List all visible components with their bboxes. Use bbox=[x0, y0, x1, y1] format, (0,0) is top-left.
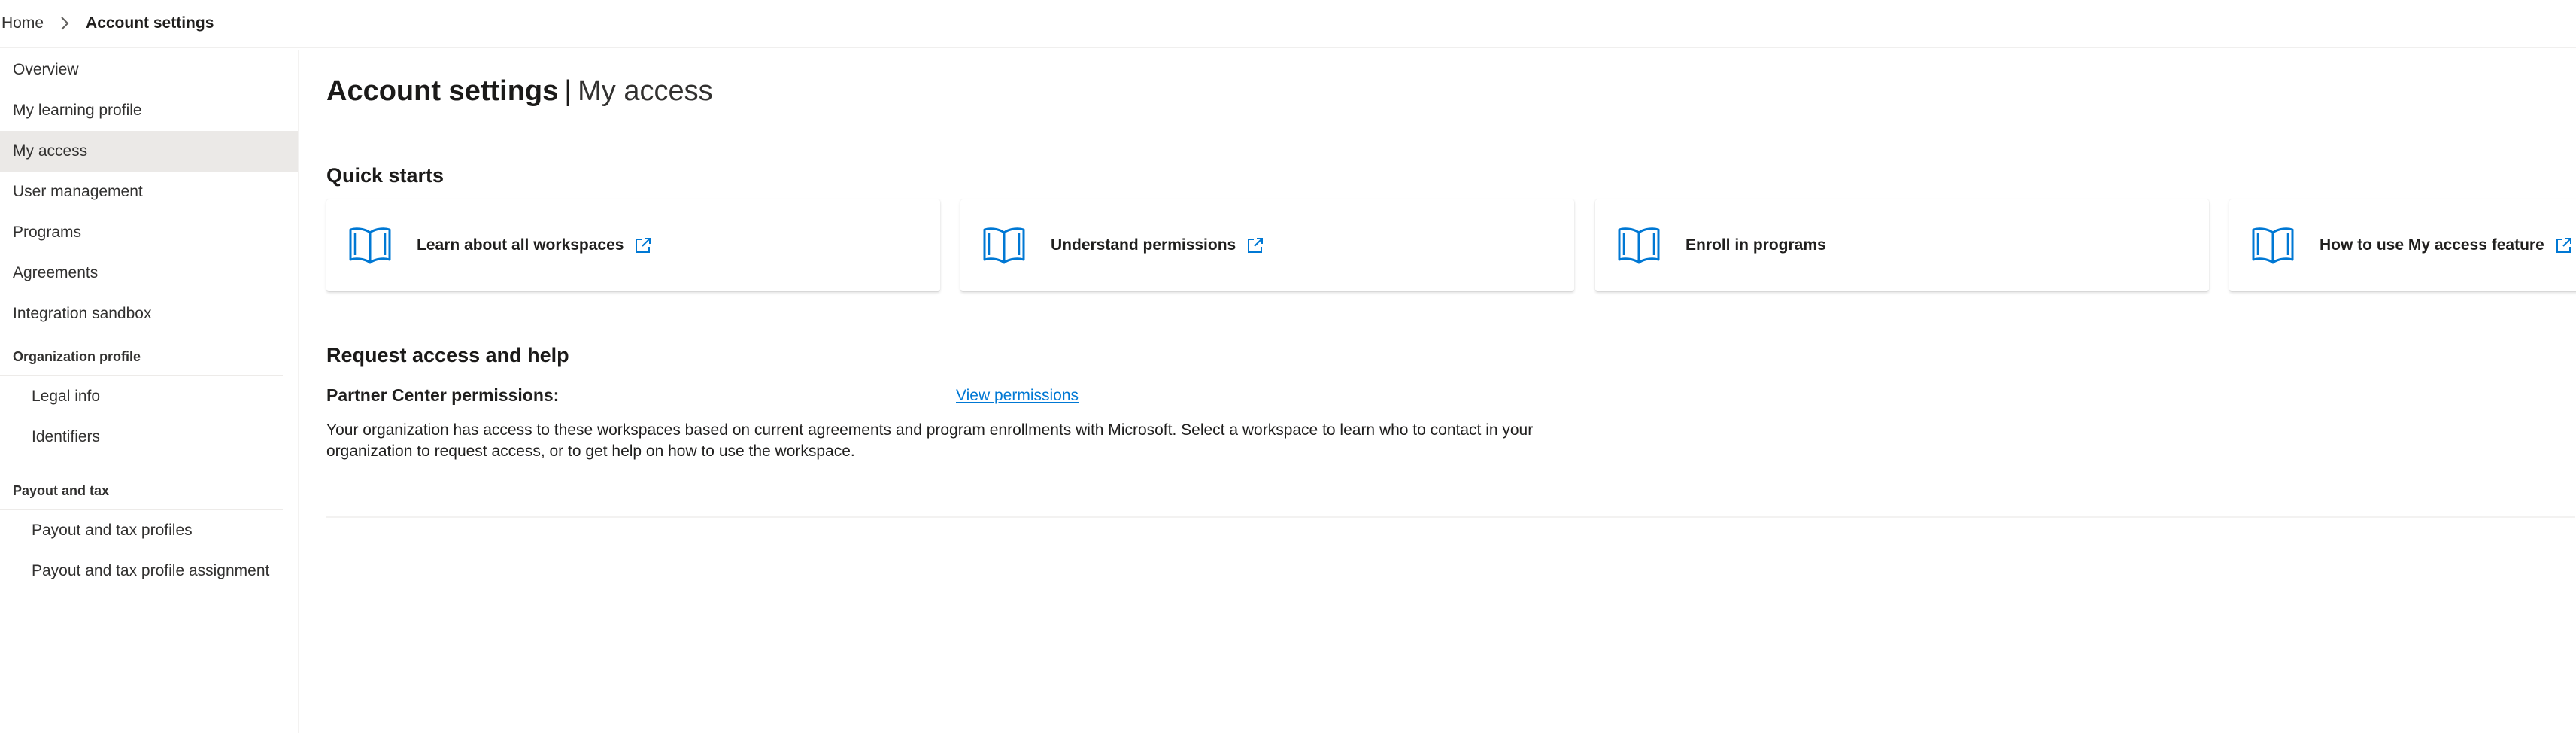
sidebar-section-payout-and-tax: Payout and tax bbox=[0, 473, 283, 510]
sidebar-item-my-learning-profile[interactable]: My learning profile bbox=[0, 90, 298, 131]
view-permissions-link[interactable]: View permissions bbox=[956, 387, 1079, 405]
sidebar-item-programs[interactable]: Programs bbox=[0, 212, 298, 253]
sidebar-item-user-management[interactable]: User management bbox=[0, 172, 298, 212]
page-title-subtitle: My access bbox=[578, 75, 713, 107]
book-icon bbox=[1618, 227, 1660, 264]
quick-start-card-label: How to use My access feature bbox=[2320, 236, 2544, 254]
quick-start-card-my-access-feature[interactable]: How to use My access feature bbox=[2229, 199, 2576, 291]
quick-start-card-enroll-programs[interactable]: Enroll in programs bbox=[1595, 199, 2209, 291]
external-link-icon bbox=[2556, 238, 2571, 253]
sidebar-item-my-access[interactable]: My access bbox=[0, 131, 298, 172]
breadcrumb-home-link[interactable]: Home bbox=[2, 14, 44, 32]
chevron-right-icon bbox=[54, 13, 75, 34]
breadcrumb-current: Account settings bbox=[86, 14, 214, 32]
sidebar-item-legal-info[interactable]: Legal info bbox=[0, 376, 298, 417]
breadcrumb: Home Account settings bbox=[0, 0, 2576, 48]
section-divider bbox=[326, 516, 2575, 518]
request-access-description: Your organization has access to these wo… bbox=[326, 421, 1534, 460]
page-title-main: Account settings bbox=[326, 75, 559, 107]
external-link-icon bbox=[1248, 238, 1264, 253]
quick-start-card-learn-workspaces[interactable]: Learn about all workspaces bbox=[326, 199, 940, 291]
book-icon bbox=[2252, 227, 2294, 264]
quick-start-card-understand-permissions[interactable]: Understand permissions bbox=[960, 199, 1574, 291]
quick-starts-cards: Learn about all workspaces Understand pe… bbox=[326, 199, 2576, 293]
sidebar-item-integration-sandbox[interactable]: Integration sandbox bbox=[0, 294, 298, 334]
sidebar: Overview My learning profile My access U… bbox=[0, 50, 299, 733]
page-title: Account settings | My access bbox=[326, 75, 713, 108]
book-icon bbox=[349, 227, 391, 264]
external-link-icon bbox=[636, 238, 651, 253]
main-content: Account settings | My access Quick starts … bbox=[326, 50, 2576, 733]
sidebar-item-identifiers[interactable]: Identifiers bbox=[0, 417, 298, 458]
page-title-separator: | bbox=[564, 75, 572, 107]
quick-start-card-label: Learn about all workspaces bbox=[417, 236, 624, 254]
quick-starts-heading: Quick starts bbox=[326, 164, 445, 187]
sidebar-section-organization-profile: Organization profile bbox=[0, 339, 283, 376]
sidebar-item-payout-tax-profiles[interactable]: Payout and tax profiles bbox=[0, 510, 298, 551]
sidebar-item-payout-tax-profile-assignment[interactable]: Payout and tax profile assignment bbox=[0, 551, 298, 592]
permissions-label: Partner Center permissions: bbox=[326, 385, 560, 405]
sidebar-item-overview[interactable]: Overview bbox=[0, 50, 298, 90]
request-access-heading: Request access and help bbox=[326, 344, 569, 366]
quick-start-card-label: Understand permissions bbox=[1051, 236, 1236, 254]
book-icon bbox=[983, 227, 1025, 264]
quick-start-card-label: Enroll in programs bbox=[1685, 236, 1826, 254]
sidebar-item-agreements[interactable]: Agreements bbox=[0, 253, 298, 294]
